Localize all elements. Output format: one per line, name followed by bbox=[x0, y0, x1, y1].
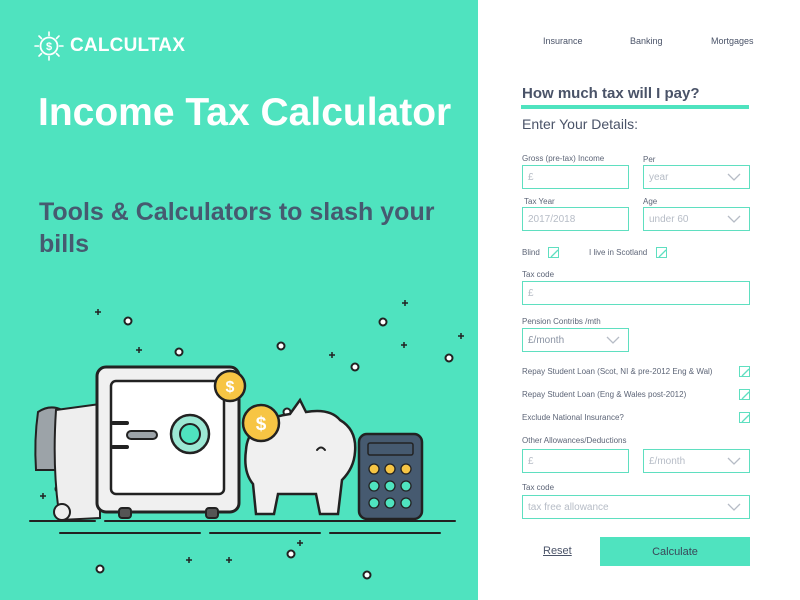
scotland-checkbox[interactable] bbox=[656, 247, 667, 258]
tax-code-2-label: Tax code bbox=[522, 483, 555, 492]
nav-banking[interactable]: Banking bbox=[630, 36, 663, 46]
nav-mortgages[interactable]: Mortgages bbox=[711, 36, 754, 46]
checkmark-icon bbox=[741, 414, 750, 423]
calculator-form-panel: Insurance Banking Mortgages How much tax… bbox=[478, 0, 800, 600]
svg-text:$: $ bbox=[226, 379, 235, 396]
gross-income-placeholder: £ bbox=[528, 171, 534, 183]
tax-code-label: Tax code bbox=[522, 270, 555, 279]
allowances-period-select[interactable]: £/month bbox=[643, 449, 750, 473]
form-subtitle: Enter Your Details: bbox=[522, 116, 638, 132]
gross-income-input[interactable]: £ bbox=[522, 165, 629, 189]
allowances-label: Other Allowances/Deductions bbox=[522, 436, 627, 445]
reset-link[interactable]: Reset bbox=[543, 545, 572, 557]
hero-title: Income Tax Calculator bbox=[38, 91, 452, 134]
chevron-down-icon bbox=[606, 336, 620, 344]
tax-code-2-value: tax free allowance bbox=[528, 501, 609, 513]
tax-year-value: 2017/2018 bbox=[528, 213, 576, 225]
checkmark-icon bbox=[658, 249, 667, 258]
gross-income-label: Gross (pre-tax) Income bbox=[522, 154, 605, 163]
title-underline bbox=[521, 105, 749, 109]
hero-panel: $ CALCULTAX Income Tax Calculator Tools … bbox=[0, 0, 478, 600]
per-select[interactable]: year bbox=[643, 165, 750, 189]
pension-select-value: £/month bbox=[528, 334, 565, 346]
blind-checkbox[interactable] bbox=[548, 247, 559, 258]
brand-name: CALCULTAX bbox=[70, 35, 186, 56]
tax-code-placeholder: £ bbox=[528, 287, 534, 299]
pension-label: Pension Contribs /mth bbox=[522, 317, 601, 326]
savings-illustration: $ $ bbox=[29, 300, 464, 580]
checkmark-icon bbox=[741, 391, 750, 400]
checkmark-icon bbox=[550, 249, 559, 258]
allowances-input[interactable]: £ bbox=[522, 449, 629, 473]
form-title: How much tax will I pay? bbox=[522, 85, 700, 102]
tax-year-label: Tax Year bbox=[524, 197, 555, 206]
student-loan-2-checkbox[interactable] bbox=[739, 389, 750, 400]
exclude-ni-checkbox[interactable] bbox=[739, 412, 750, 423]
per-label: Per bbox=[643, 155, 656, 164]
tax-code-input[interactable]: £ bbox=[522, 281, 750, 305]
checkmark-icon bbox=[741, 368, 750, 377]
chevron-down-icon bbox=[727, 503, 741, 511]
coin-icon: $ bbox=[241, 403, 281, 443]
coin-icon: $ bbox=[213, 369, 247, 403]
allowances-period-value: £/month bbox=[649, 455, 686, 467]
paper-scroll-icon bbox=[34, 402, 101, 522]
hero-subtitle: Tools & Calculators to slash your bills bbox=[39, 198, 435, 258]
calculate-button[interactable]: Calculate bbox=[600, 537, 750, 566]
age-select[interactable]: under 60 bbox=[643, 207, 750, 231]
age-label: Age bbox=[643, 197, 658, 206]
nav-insurance[interactable]: Insurance bbox=[543, 36, 583, 46]
blind-label: Blind bbox=[522, 248, 540, 257]
age-select-value: under 60 bbox=[649, 213, 689, 225]
exclude-ni-label: Exclude National Insurance? bbox=[522, 413, 624, 422]
pension-select[interactable]: £/month bbox=[522, 328, 629, 352]
chevron-down-icon bbox=[727, 173, 741, 181]
svg-text:$: $ bbox=[46, 41, 52, 53]
student-loan-1-checkbox[interactable] bbox=[739, 366, 750, 377]
dollar-sun-logo-icon: $ bbox=[34, 31, 64, 61]
chevron-down-icon bbox=[727, 457, 741, 465]
tax-code-2-select[interactable]: tax free allowance bbox=[522, 495, 750, 519]
allowances-placeholder: £ bbox=[528, 455, 534, 467]
tax-year-input[interactable]: 2017/2018 bbox=[522, 207, 629, 231]
student-loan-1-label: Repay Student Loan (Scot, NI & pre-2012 … bbox=[522, 367, 713, 376]
scotland-label: I live in Scotland bbox=[589, 248, 648, 257]
brand-logo[interactable]: $ CALCULTAX bbox=[34, 31, 185, 61]
student-loan-2-label: Repay Student Loan (Eng & Wales post-201… bbox=[522, 390, 687, 399]
calculator-icon bbox=[357, 432, 424, 521]
svg-text:$: $ bbox=[256, 414, 267, 435]
chevron-down-icon bbox=[727, 215, 741, 223]
per-select-value: year bbox=[649, 171, 669, 183]
